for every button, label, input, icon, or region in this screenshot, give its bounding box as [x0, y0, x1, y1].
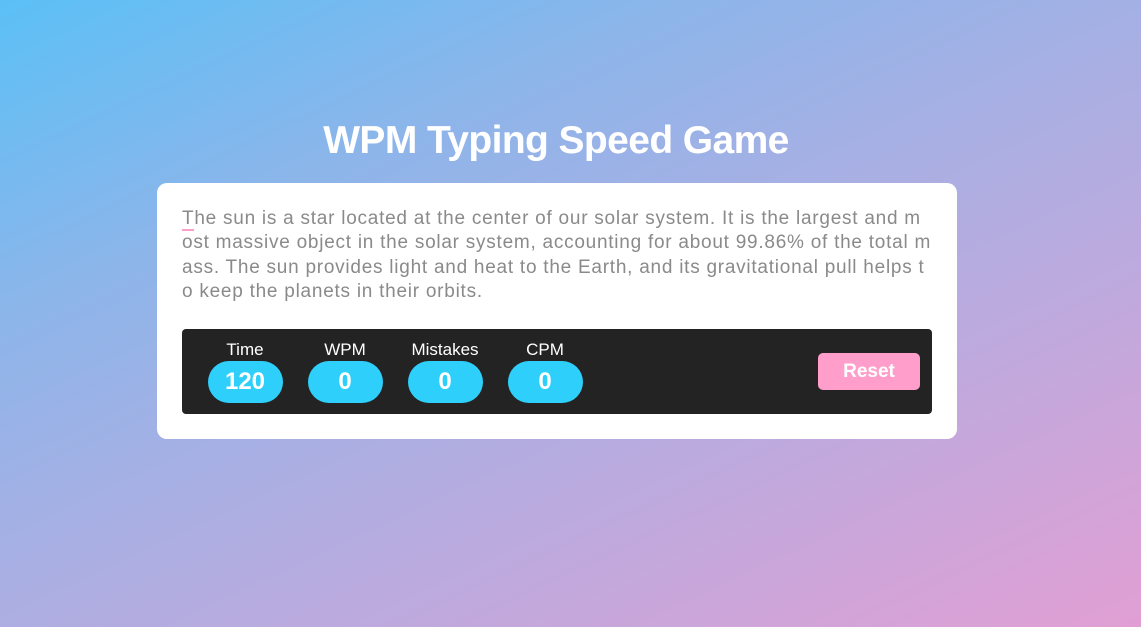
reset-button[interactable]: Reset [818, 353, 920, 390]
typing-passage[interactable]: The sun is a star located at the center … [182, 207, 932, 305]
stats-bar: Time 120 WPM 0 Mistakes 0 CPM 0 Reset [182, 329, 932, 414]
cpm-stat: CPM 0 [507, 339, 583, 403]
page-title: WPM Typing Speed Game [323, 119, 789, 162]
cpm-value: 0 [507, 361, 583, 403]
wpm-label: WPM [324, 340, 366, 359]
mistakes-label: Mistakes [411, 340, 479, 359]
passage-text: he sun is a star located at the center o… [182, 208, 932, 303]
mistakes-value: 0 [407, 361, 483, 403]
game-card: The sun is a star located at the center … [157, 183, 957, 439]
wpm-stat: WPM 0 [307, 339, 383, 403]
mistakes-stat: Mistakes 0 [407, 339, 483, 403]
current-character: T [182, 208, 195, 231]
cpm-label: CPM [526, 340, 564, 359]
time-label: Time [226, 340, 264, 359]
wpm-value: 0 [307, 361, 383, 403]
time-stat: Time 120 [207, 339, 283, 403]
time-value: 120 [207, 361, 283, 403]
